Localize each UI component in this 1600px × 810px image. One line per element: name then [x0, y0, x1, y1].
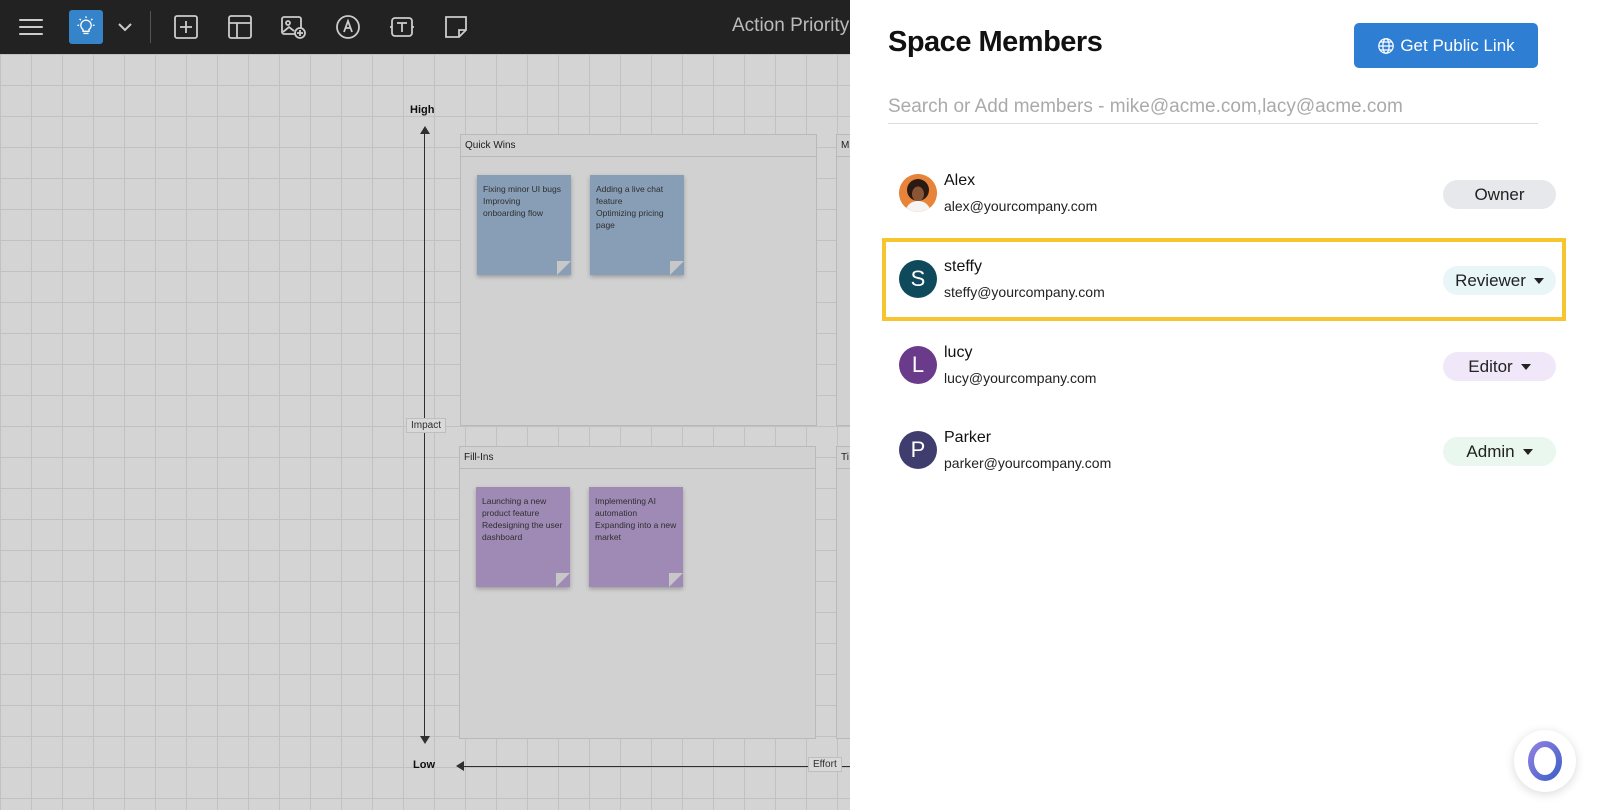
role-label: Owner [1474, 184, 1525, 204]
panel-title: Space Members [888, 26, 1103, 58]
avatar: P [899, 431, 937, 469]
role-dropdown-reviewer[interactable]: Reviewer [1443, 266, 1556, 295]
role-label: Editor [1468, 356, 1513, 376]
member-email: alex@yourcompany.com [944, 198, 1098, 214]
role-label: Reviewer [1455, 270, 1526, 290]
member-row-steffy[interactable]: S steffy steffy@yourcompany.com Reviewer [882, 238, 1566, 321]
chevron-down-icon[interactable] [107, 9, 143, 45]
add-box-icon[interactable] [168, 9, 204, 45]
caret-down-icon [1522, 448, 1533, 455]
template-icon[interactable] [222, 9, 258, 45]
caret-down-icon [1520, 363, 1531, 370]
chat-launcher-button[interactable] [1514, 730, 1576, 792]
avatar: L [899, 346, 937, 384]
public-link-label: Get Public Link [1400, 35, 1515, 55]
lightbulb-icon[interactable] [69, 10, 103, 44]
search-members-input[interactable] [888, 90, 1538, 124]
whiteboard-canvas[interactable]: High Impact Low Effort Quick Wins Fixing… [0, 54, 850, 810]
board-title: Action Priority [732, 15, 850, 36]
member-email: steffy@yourcompany.com [944, 284, 1105, 300]
image-upload-icon[interactable] [276, 9, 312, 45]
sticky-note-icon[interactable] [438, 9, 474, 45]
member-name: Alex [944, 172, 976, 189]
avatar: S [899, 260, 937, 298]
space-members-panel: Space Members Get Public Link Alex alex@… [850, 0, 1600, 810]
pen-icon[interactable] [330, 9, 366, 45]
role-dropdown-editor[interactable]: Editor [1443, 352, 1556, 381]
member-name: lucy [944, 344, 973, 361]
member-name: Parker [944, 429, 992, 446]
role-badge-owner: Owner [1443, 180, 1556, 209]
app-root: Action Priority High Impact Low Effort Q… [0, 0, 1600, 810]
text-icon[interactable] [384, 9, 420, 45]
avatar [899, 174, 937, 212]
top-toolbar: Action Priority [0, 0, 850, 54]
member-email: parker@yourcompany.com [944, 455, 1112, 471]
whiteboard-area: Action Priority High Impact Low Effort Q… [0, 0, 850, 810]
member-row-parker[interactable]: P Parker parker@yourcompany.com Admin [882, 409, 1566, 492]
role-dropdown-admin[interactable]: Admin [1443, 437, 1556, 466]
member-row-alex[interactable]: Alex alex@yourcompany.com Owner [882, 152, 1566, 235]
globe-icon [1378, 37, 1395, 54]
toolbar-divider [150, 11, 151, 43]
chat-ring-icon [1528, 741, 1562, 781]
board-overlay [0, 54, 850, 810]
member-name: steffy [944, 258, 982, 275]
avatar-photo-icon [899, 174, 937, 212]
caret-down-icon [1533, 277, 1544, 284]
menu-icon[interactable] [13, 9, 49, 45]
role-label: Admin [1466, 441, 1515, 461]
member-email: lucy@yourcompany.com [944, 370, 1097, 386]
get-public-link-button[interactable]: Get Public Link [1354, 23, 1538, 68]
member-row-lucy[interactable]: L lucy lucy@yourcompany.com Editor [882, 324, 1566, 407]
